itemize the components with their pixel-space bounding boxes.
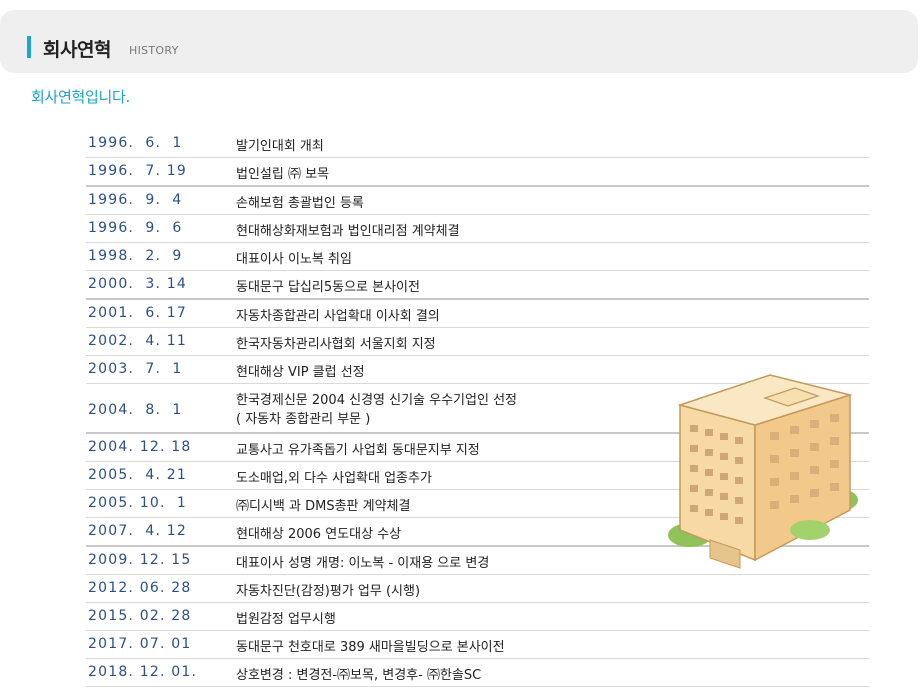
history-event: 한국경제신문 2004 신경영 신기술 우수기업인 선정 — [236, 393, 517, 408]
history-date: 1996. 9. 6 — [88, 220, 183, 236]
history-date: 2004. 8. 1 — [88, 402, 183, 418]
history-event: 현대해상 2006 연도대상 수상 — [236, 527, 402, 542]
history-event: 동대문구 답십리5동으로 본사이전 — [236, 280, 420, 295]
history-event: 법원감정 업무시행 — [236, 612, 336, 627]
history-date: 2012. 06. 28 — [88, 580, 192, 596]
history-date: 2004. 12. 18 — [88, 439, 192, 455]
history-row: 1996. 7. 19 법인설립 ㈜ 보목 — [86, 158, 869, 187]
history-row: 1996. 6. 1 발기인대회 개최 — [86, 130, 869, 158]
history-date: 2005. 10. 1 — [88, 495, 188, 511]
page-subtitle: HISTORY — [129, 44, 179, 57]
title-accent-bar — [27, 36, 31, 58]
history-row: 2000. 3. 14 동대문구 답십리5동으로 본사이전 — [86, 271, 869, 300]
history-event: 현대해상 VIP 클럽 선정 — [236, 365, 365, 380]
history-row: 2017. 07. 01 동대문구 천호대로 389 새마을빌딩으로 본사이전 — [86, 631, 869, 659]
history-row: 1996. 9. 4 손해보험 총괄법인 등록 — [86, 187, 869, 215]
history-date: 2007. 4. 12 — [88, 523, 188, 539]
history-row: 2001. 6. 17 자동차종합관리 사업확대 이사회 결의 — [86, 300, 869, 328]
history-event: 현대해상화재보험과 법인대리점 계약체결 — [236, 224, 460, 239]
history-event: 상호변경 : 변경전-㈜보목, 변경후- ㈜한솔SC — [236, 668, 482, 683]
history-event: 대표이사 이노복 취임 — [236, 252, 352, 267]
history-row: 2018. 12. 01. 상호변경 : 변경전-㈜보목, 변경후- ㈜한솔SC — [86, 659, 869, 687]
history-date: 2015. 02. 28 — [88, 608, 192, 624]
history-event-detail: ( 자동차 종합관리 부문 ) — [236, 412, 371, 427]
history-date: 2001. 6. 17 — [88, 305, 188, 321]
history-date: 1996. 6. 1 — [88, 135, 183, 151]
history-event: 대표이사 성명 개명: 이노복 - 이재용 으로 변경 — [236, 556, 490, 571]
history-date: 2003. 7. 1 — [88, 361, 183, 377]
building-illustration — [668, 374, 858, 569]
history-row: 1996. 9. 6 현대해상화재보험과 법인대리점 계약체결 — [86, 215, 869, 243]
history-event: 손해보험 총괄법인 등록 — [236, 196, 364, 211]
history-event: 한국자동차관리사협회 서울지회 지정 — [236, 337, 436, 352]
history-row: 2002. 4. 11 한국자동차관리사협회 서울지회 지정 — [86, 328, 869, 356]
history-row: 2015. 02. 28 법원감정 업무시행 — [86, 603, 869, 631]
history-date: 2002. 4. 11 — [88, 333, 188, 349]
history-date: 1996. 9. 4 — [88, 192, 183, 208]
history-event: 동대문구 천호대로 389 새마을빌딩으로 본사이전 — [236, 640, 505, 655]
history-date: 1996. 7. 19 — [88, 163, 188, 179]
history-date: 2018. 12. 01. — [88, 664, 198, 680]
page-header: 회사연혁 HISTORY — [0, 10, 918, 73]
history-date: 1998. 2. 9 — [88, 248, 183, 264]
history-date: 2017. 07. 01 — [88, 636, 192, 652]
intro-text: 회사연혁입니다. — [31, 88, 130, 106]
history-event: ㈜디시백 과 DMS총판 계약체결 — [236, 499, 411, 514]
page-title: 회사연혁 — [43, 39, 111, 61]
history-date: 2005. 4. 21 — [88, 467, 188, 483]
history-event: 법인설립 ㈜ 보목 — [236, 167, 330, 182]
history-event: 도소매업,외 다수 사업확대 업종추가 — [236, 471, 432, 486]
history-event: 자동차진단(감정)평가 업무 (시행) — [236, 584, 421, 599]
history-event: 발기인대회 개최 — [236, 139, 324, 154]
history-row: 1998. 2. 9 대표이사 이노복 취임 — [86, 243, 869, 271]
history-event: 교통사고 유가족돕기 사업회 동대문지부 지정 — [236, 443, 480, 458]
history-event: 자동차종합관리 사업확대 이사회 결의 — [236, 309, 440, 324]
history-date: 2000. 3. 14 — [88, 276, 188, 292]
history-date: 2009. 12. 15 — [88, 552, 192, 568]
